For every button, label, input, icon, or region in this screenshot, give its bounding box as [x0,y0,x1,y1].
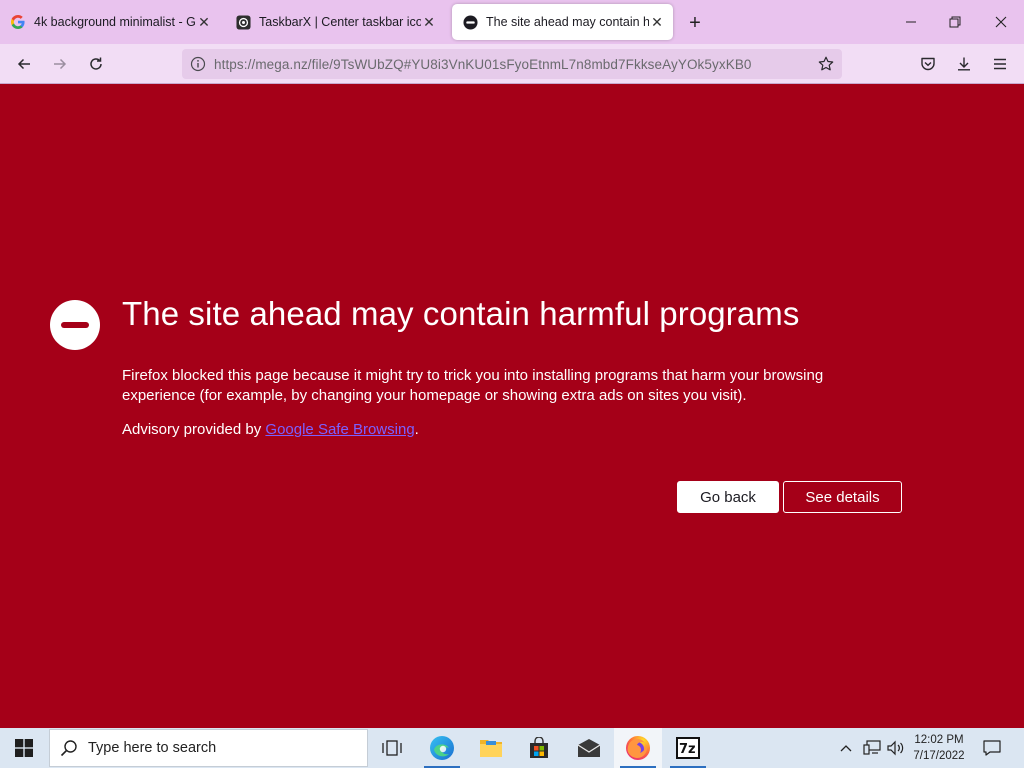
close-tab-icon[interactable]: ✕ [421,14,437,30]
arrow-left-icon [17,58,30,70]
task-view-button[interactable] [368,728,416,768]
arrow-right-icon [54,58,67,70]
tab-label: 4k background minimalist - Google Search [34,15,196,29]
taskbarx-icon [235,14,251,30]
close-window-button[interactable] [978,6,1024,38]
google-safe-browsing-link[interactable]: Google Safe Browsing [265,421,414,438]
task-view-icon [382,740,402,756]
url-text[interactable]: https://mega.nz/file/9TsWUbZQ#YU8i3VnKU0… [214,57,810,72]
search-placeholder: Type here to search [88,740,217,756]
tab-google-search[interactable]: 4k background minimalist - Google Search… [0,4,220,40]
notification-icon [983,740,1001,756]
address-bar[interactable]: https://mega.nz/file/9TsWUbZQ#YU8i3VnKU0… [182,49,842,79]
blocked-icon [462,14,478,30]
taskbar-search-box[interactable]: Type here to search [49,729,368,767]
restore-button[interactable] [932,6,978,38]
clock-time: 12:02 PM [914,734,964,746]
pocket-icon [921,57,935,71]
reload-icon [90,57,102,70]
tab-strip: 4k background minimalist - Google Search… [0,0,1024,44]
blocked-page: The site ahead may contain harmful progr… [0,85,1024,728]
restore-icon [949,16,961,28]
bookmark-star-icon[interactable] [810,56,842,72]
show-hidden-icons-button[interactable] [836,728,856,768]
advisory-prefix: Advisory provided by [122,421,266,438]
chevron-up-icon [840,745,852,752]
network-tray-button[interactable] [860,728,884,768]
downloads-button[interactable] [950,50,978,78]
firefox-icon [626,736,650,760]
navigation-toolbar: https://mega.nz/file/9TsWUbZQ#YU8i3VnKU0… [0,44,1024,84]
advisory-text: Advisory provided by Google Safe Browsin… [122,421,419,438]
minimize-button[interactable] [888,6,934,38]
tab-blocked-site[interactable]: The site ahead may contain harmful progr… [452,4,673,40]
taskbar-7zip[interactable]: 7z [664,728,712,768]
go-back-button[interactable]: Go back [677,481,779,513]
advisory-suffix: . [414,421,419,438]
network-icon [863,740,881,755]
mail-icon [577,739,601,757]
menu-button[interactable] [986,50,1014,78]
windows-taskbar: Type here to search 7z 12:02 PM 7/17/202… [0,728,1024,768]
svg-text:7z: 7z [679,742,696,757]
taskbar-clock[interactable]: 12:02 PM 7/17/2022 [908,732,970,764]
close-tab-icon[interactable]: ✕ [196,14,212,30]
action-center-button[interactable] [978,728,1006,768]
tab-label: TaskbarX | Center taskbar icons [259,15,421,29]
site-info-icon[interactable] [182,56,214,72]
taskbar-file-explorer[interactable] [467,728,515,768]
page-title: The site ahead may contain harmful progr… [122,295,800,332]
forward-button[interactable] [46,50,74,78]
store-icon [530,737,548,758]
close-tab-icon[interactable]: ✕ [649,14,665,30]
volume-tray-button[interactable] [884,728,908,768]
back-button[interactable] [10,50,38,78]
download-icon [958,57,970,71]
new-tab-button[interactable]: + [684,12,706,34]
taskbar-store[interactable] [515,728,563,768]
see-details-button[interactable]: See details [783,481,902,513]
taskbar-edge[interactable] [418,728,466,768]
minimize-icon [906,21,916,23]
reload-button[interactable] [82,50,110,78]
blocked-icon [50,300,100,350]
clock-date: 7/17/2022 [913,750,965,762]
google-icon [10,14,26,30]
7zip-icon: 7z [676,737,700,759]
edge-icon [430,736,454,760]
taskbar-firefox[interactable] [614,728,662,768]
page-description: Firefox blocked this page because it mig… [122,367,824,404]
hamburger-menu-icon [994,58,1006,70]
tab-taskbarx[interactable]: TaskbarX | Center taskbar icons ✕ [225,4,445,40]
windows-logo-icon [15,739,33,757]
tab-label: The site ahead may contain harmful progr… [486,15,649,29]
file-explorer-icon [480,740,502,757]
start-button[interactable] [0,728,48,768]
close-icon [995,16,1007,28]
search-icon [50,739,88,757]
pocket-button[interactable] [914,50,942,78]
speaker-icon [887,740,904,756]
taskbar-mail[interactable] [565,728,613,768]
